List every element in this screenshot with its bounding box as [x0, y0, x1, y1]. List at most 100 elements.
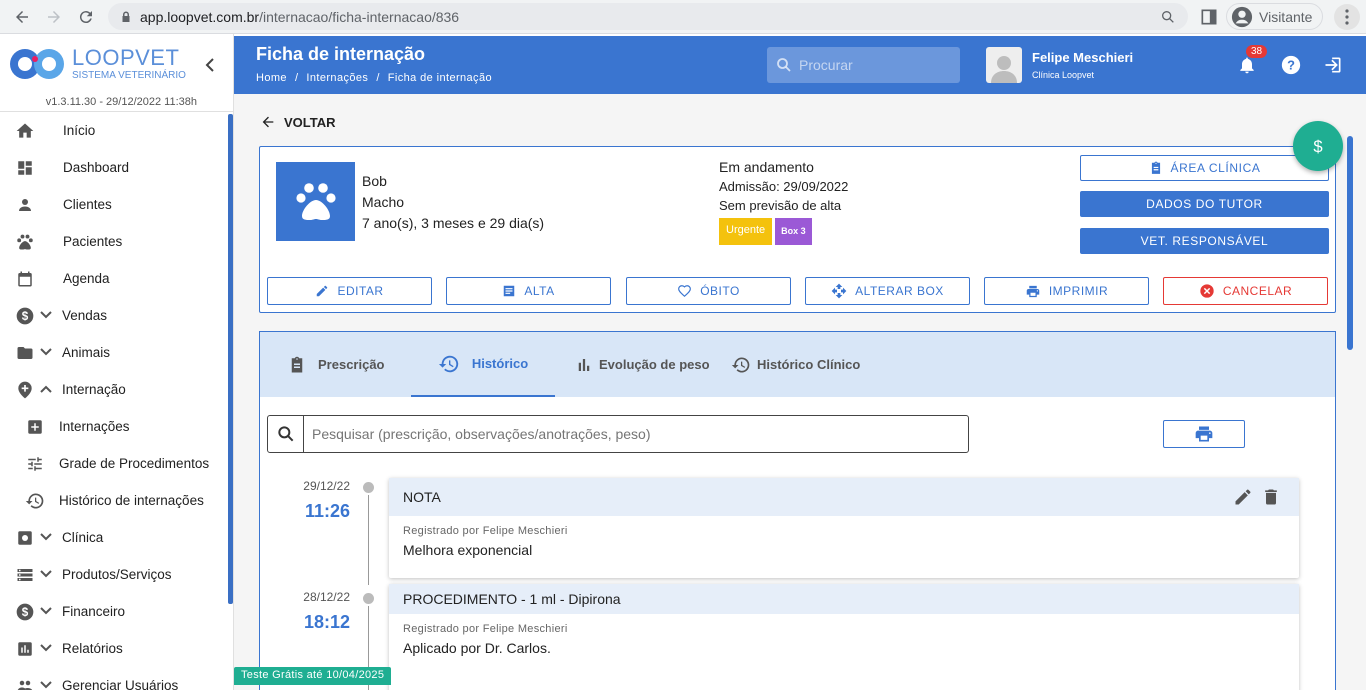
help-icon[interactable]: ?	[1279, 53, 1303, 77]
patient-card: Bob Macho 7 ano(s), 3 meses e 29 dia(s) …	[259, 146, 1336, 313]
imprimir-button[interactable]: IMPRIMIR	[984, 277, 1149, 305]
area-clinica-label: ÁREA CLÍNICA	[1170, 161, 1261, 175]
nav-item-financeiro[interactable]: $ Financeiro	[0, 593, 233, 630]
vet-responsavel-button[interactable]: VET. RESPONSÁVEL	[1080, 228, 1329, 254]
history-icon	[24, 490, 46, 512]
back-arrow-icon[interactable]	[6, 1, 38, 33]
search-icon[interactable]	[268, 416, 304, 452]
nav-item-dashboard[interactable]: Dashboard	[0, 149, 233, 186]
forward-arrow-icon[interactable]	[38, 1, 70, 33]
breadcrumb-home[interactable]: Home	[256, 72, 287, 84]
print-history-button[interactable]	[1163, 420, 1245, 448]
nav-label: Início	[63, 123, 96, 138]
notification-badge: 38	[1246, 45, 1268, 58]
user-menu[interactable]: Felipe Meschieri Clínica Loopvet	[986, 47, 1133, 83]
sidepanel-icon[interactable]	[1199, 7, 1219, 32]
kebab-menu-icon[interactable]	[1334, 4, 1360, 30]
nav-label: Grade de Procedimentos	[59, 456, 210, 471]
nav-item-clinica[interactable]: Clínica	[0, 519, 233, 556]
history-search-input[interactable]	[312, 426, 952, 442]
users-icon	[14, 675, 36, 690]
nav-item-historico-internacoes[interactable]: Histórico de internações	[0, 482, 233, 519]
nav-item-pacientes[interactable]: Pacientes	[0, 223, 233, 260]
profile-chip[interactable]: Visitante	[1226, 3, 1324, 30]
nav-item-produtos-servicos[interactable]: Produtos/Serviços	[0, 556, 233, 593]
cancelar-button[interactable]: CANCELAR	[1163, 277, 1328, 305]
header-search-input[interactable]: Procurar	[767, 47, 960, 83]
area-clinica-button[interactable]: ÁREA CLÍNICA	[1080, 155, 1329, 181]
logout-icon[interactable]	[1321, 53, 1345, 77]
obito-button[interactable]: ÓBITO	[626, 277, 791, 305]
zoom-search-icon[interactable]	[1160, 9, 1176, 25]
tab-historico-clinico[interactable]: Histórico Clínico	[731, 332, 860, 397]
tab-historico[interactable]: Histórico	[411, 332, 555, 397]
imprimir-label: IMPRIMIR	[1048, 284, 1109, 298]
nav-label: Produtos/Serviços	[62, 567, 172, 582]
timeline-dot	[363, 482, 374, 493]
alterar-box-button[interactable]: ALTERAR BOX	[805, 277, 970, 305]
dados-tutor-button[interactable]: DADOS DO TUTOR	[1080, 191, 1329, 217]
tab-evolucao-peso[interactable]: Evolução de peso	[575, 332, 710, 397]
nav-label: Internação	[62, 382, 126, 397]
nav-label: Pacientes	[63, 234, 123, 249]
nav-item-clientes[interactable]: Clientes	[0, 186, 233, 223]
nav-item-grade-procedimentos[interactable]: Grade de Procedimentos	[0, 445, 233, 482]
entry-date: 29/12/22	[303, 479, 350, 493]
tab-prescricao[interactable]: Prescrição	[282, 332, 391, 397]
breadcrumb-internacoes[interactable]: Internações	[306, 72, 368, 84]
dollar-icon: $	[14, 305, 36, 327]
home-icon	[14, 120, 36, 142]
nav-item-inicio[interactable]: Início	[0, 112, 233, 149]
entry-header: NOTA	[389, 478, 1299, 516]
alta-button[interactable]: ALTA	[446, 277, 611, 305]
back-button[interactable]: VOLTAR	[260, 114, 336, 130]
chevron-down-icon	[40, 532, 56, 544]
finance-fab-button[interactable]: $	[1293, 121, 1343, 171]
discharge-forecast: Sem previsão de alta	[719, 198, 842, 213]
sidebar: LOOPVET SISTEMA VETERINÁRIO v1.3.11.30 -…	[0, 34, 234, 690]
chevron-down-icon	[40, 680, 56, 690]
printer-icon	[1026, 285, 1040, 297]
nav-item-vendas[interactable]: $ Vendas	[0, 297, 233, 334]
entry-time: 18:12	[303, 612, 350, 632]
hospital-icon	[14, 379, 36, 401]
breadcrumb-current: Ficha de internação	[387, 72, 492, 84]
move-arrows-icon	[831, 283, 847, 299]
user-clinic: Clínica Loopvet	[1032, 70, 1095, 80]
main-content: VOLTAR Bob Macho 7 ano(s), 3 meses e 29 …	[234, 94, 1366, 690]
editar-button[interactable]: EDITAR	[267, 277, 432, 305]
entry-header: PROCEDIMENTO - 1 ml - Dipirona	[389, 584, 1299, 614]
nav-label: Financeiro	[62, 604, 126, 619]
sidebar-scrollbar[interactable]	[228, 114, 233, 604]
svg-text:?: ?	[1287, 58, 1295, 73]
brand-subtitle: SISTEMA VETERINÁRIO	[72, 70, 186, 81]
nav-item-relatorios[interactable]: Relatórios	[0, 630, 233, 667]
pet-age: 7 ano(s), 3 meses e 29 dia(s)	[362, 215, 545, 231]
paw-icon	[295, 182, 336, 220]
timeline-dot	[363, 593, 374, 604]
nav-item-gerenciar-usuarios[interactable]: Gerenciar Usuários	[0, 667, 233, 690]
bar-chart-icon	[578, 358, 590, 371]
address-bar[interactable]: app.loopvet.com.br/internacao/ficha-inte…	[108, 3, 1188, 30]
edit-icon[interactable]	[1233, 487, 1253, 510]
reload-icon[interactable]	[70, 1, 102, 33]
alterar-box-label: ALTERAR BOX	[855, 284, 944, 298]
lock-icon	[122, 11, 130, 22]
collapse-chevron-icon[interactable]	[204, 58, 216, 72]
avatar	[986, 47, 1022, 83]
url-text: app.loopvet.com.br/internacao/ficha-inte…	[140, 8, 460, 25]
svg-text:$: $	[22, 606, 29, 619]
trash-icon[interactable]	[1261, 487, 1281, 510]
entry-text: Melhora exponencial	[403, 542, 533, 558]
box-badge: Box 3	[775, 218, 812, 245]
list-box-icon	[504, 285, 515, 297]
history-icon	[731, 356, 750, 372]
nav-item-internacao[interactable]: Internação	[0, 371, 233, 408]
main-scrollbar[interactable]	[1347, 136, 1353, 350]
nav-item-internacoes[interactable]: Internações	[0, 408, 233, 445]
account-icon	[1231, 6, 1253, 27]
nav-item-animais[interactable]: Animais	[0, 334, 233, 371]
nav-item-agenda[interactable]: Agenda	[0, 260, 233, 297]
nav-menu: Início Dashboard Clientes Pacientes Agen…	[0, 112, 233, 690]
svg-text:$: $	[1313, 137, 1322, 156]
